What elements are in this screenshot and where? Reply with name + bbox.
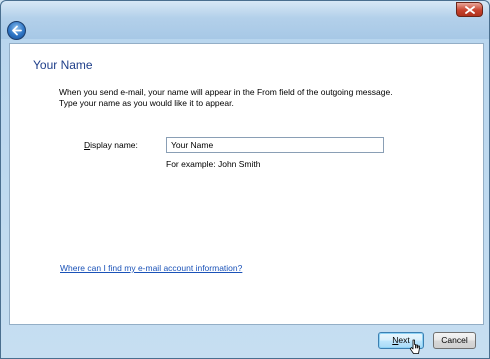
example-hint: For example: John Smith (166, 159, 261, 169)
back-button[interactable] (7, 21, 26, 40)
close-icon (465, 6, 475, 14)
mouse-cursor-icon (409, 339, 420, 354)
cancel-button[interactable]: Cancel (433, 332, 476, 349)
description-line-2: Type your name as you would like it to a… (59, 98, 234, 108)
wizard-window: Your Name When you send e-mail, your nam… (0, 0, 490, 359)
display-name-input[interactable] (166, 137, 384, 153)
close-button[interactable] (456, 2, 483, 17)
wizard-content-panel: Your Name When you send e-mail, your nam… (9, 43, 484, 325)
description-line-1: When you send e-mail, your name will app… (59, 87, 393, 97)
description: When you send e-mail, your name will app… (59, 87, 459, 109)
back-arrow-icon (12, 25, 22, 36)
display-name-label-text: isplay name: (90, 140, 138, 150)
display-name-label: Display name: (84, 140, 138, 150)
page-title: Your Name (33, 58, 93, 72)
account-info-help-link[interactable]: Where can I find my e-mail account infor… (60, 263, 242, 273)
title-bar (1, 1, 489, 39)
